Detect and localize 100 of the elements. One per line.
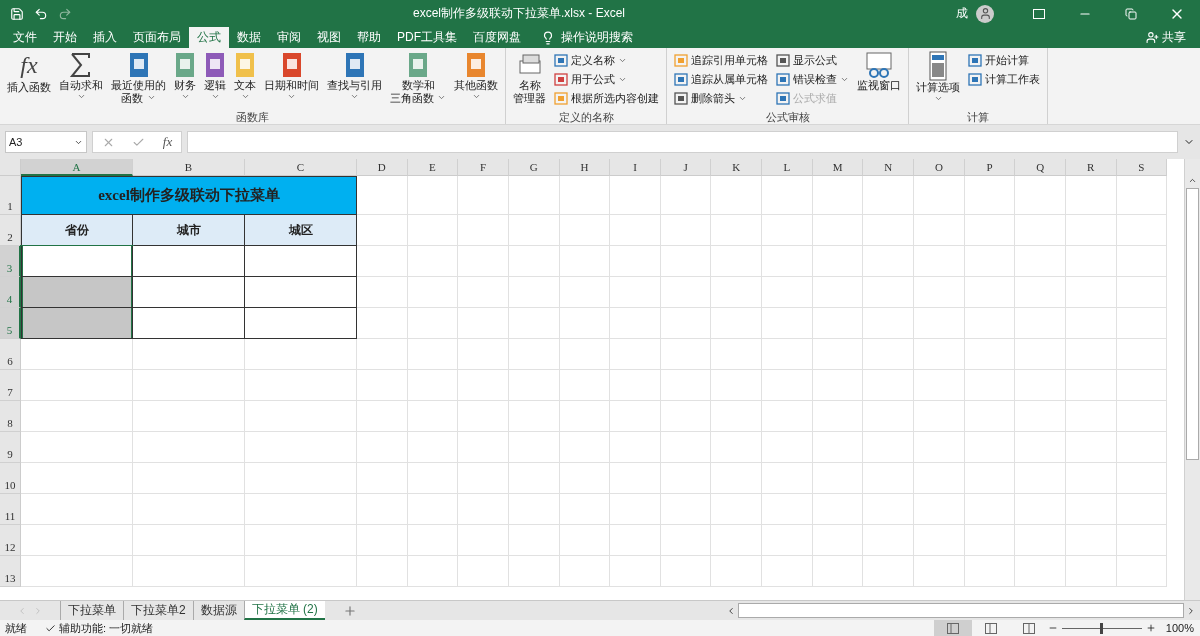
ribbon-tab[interactable]: 审阅 [269,27,309,48]
row-header[interactable]: 2 [0,215,21,246]
row-header[interactable]: 11 [0,494,21,525]
column-header[interactable]: H [559,159,611,176]
column-header[interactable]: R [1065,159,1117,176]
ribbon-button[interactable]: 定义名称 [551,52,663,69]
scroll-up-icon[interactable] [1188,176,1197,185]
ribbon-button[interactable]: 开始计算 [965,52,1044,69]
ribbon-button[interactable]: 逻辑 [201,48,229,110]
insert-function-button[interactable]: fx [162,134,173,150]
ribbon-button[interactable]: 计算选项 [913,48,964,110]
column-header[interactable]: P [964,159,1016,176]
column-header[interactable]: A [21,159,133,176]
column-header[interactable]: F [458,159,509,176]
ribbon-tab[interactable]: 视图 [309,27,349,48]
ribbon-tab[interactable]: 开始 [45,27,85,48]
column-header[interactable]: M [812,159,864,176]
table-cell[interactable] [245,277,357,308]
view-icon [946,622,959,634]
column-header[interactable]: Q [1015,159,1066,176]
column-header[interactable]: I [610,159,661,176]
caret-icon [738,94,748,103]
ribbon-button[interactable]: 其他函数 [451,48,502,110]
view-button[interactable] [933,620,972,636]
column-header[interactable]: J [660,159,712,176]
column-header[interactable]: N [863,159,915,176]
redo-icon[interactable] [58,6,72,21]
formula-input[interactable] [187,131,1178,153]
column-header[interactable]: K [711,159,763,176]
share-button[interactable]: 共享 [1146,27,1186,48]
book-icon [204,51,226,79]
column-header[interactable]: S [1116,159,1168,176]
ribbon-button[interactable]: 追踪引用单元格 [671,52,772,69]
ribbon-button[interactable]: 数学和 三角函数 [387,48,450,110]
row-header[interactable]: 6 [0,339,21,370]
caret-icon [840,75,850,84]
ribbon-button[interactable]: 删除箭头 [671,90,772,107]
zoom-level[interactable]: 100% [1165,622,1194,634]
selected-cell[interactable] [21,246,133,277]
column-header[interactable]: D [357,159,408,176]
column-header[interactable]: E [407,159,459,176]
ribbon-tab[interactable]: 帮助 [349,27,389,48]
ribbon-button[interactable]: 财务 [171,48,199,110]
column-header[interactable]: G [508,159,560,176]
ribbon-button[interactable]: 追踪从属单元格 [671,71,772,88]
row-header[interactable]: 3 [0,246,21,277]
column-header[interactable]: B [133,159,245,176]
row-header[interactable]: 5 [0,308,21,339]
row-header[interactable]: 1 [0,176,21,215]
table-cell[interactable] [245,246,357,277]
ribbon-button[interactable]: 显示公式 [773,52,853,69]
ribbon-button[interactable]: 自动求和 [56,48,106,110]
scroll-right-icon[interactable] [1186,605,1196,616]
ribbon-button[interactable]: 日期和时间 [261,48,322,110]
ribbon-tab[interactable]: 公式 [189,27,229,48]
row-header[interactable]: 4 [0,277,21,308]
ribbon-button[interactable]: fx 插入函数 [4,48,54,110]
sheet-tab[interactable]: 下拉菜单 (2) [243,601,325,620]
ribbon-button[interactable]: 错误检查 [773,71,853,88]
zoom-in-icon[interactable] [1145,623,1156,633]
header-cell: 省份 [21,215,133,246]
save-icon[interactable] [10,6,24,21]
column-header[interactable]: C [245,159,357,176]
table-cell[interactable] [245,308,357,339]
ribbon-button[interactable]: 监视窗口 [854,48,905,110]
select-all-button[interactable] [0,159,21,176]
table-cell[interactable] [133,277,245,308]
name-box[interactable]: A3 [5,131,87,153]
selected-cell[interactable] [21,308,133,339]
table-cell[interactable] [133,246,245,277]
column-header[interactable]: O [914,159,965,176]
row-header[interactable]: 7 [0,370,21,401]
ribbon-button[interactable]: 最近使用的 函数 [108,48,169,110]
ribbon-tab[interactable]: PDF工具集 [389,27,465,48]
ribbon-tab[interactable]: 页面布局 [125,27,189,48]
row-header[interactable]: 8 [0,401,21,432]
selected-cell[interactable] [21,277,133,308]
ribbon-button[interactable]: 查找与引用 [324,48,385,110]
accessibility-status[interactable]: 辅助功能: 一切就绪 [45,620,154,636]
ribbon-button[interactable]: 名称 管理器 [510,48,550,110]
ribbon-button[interactable]: 用于公式 [551,71,663,88]
ribbon-button[interactable]: 计算工作表 [965,71,1044,88]
row-header[interactable]: 13 [0,556,21,587]
ribbon-button[interactable]: 文本 [231,48,259,110]
vertical-scrollbar[interactable] [1184,159,1200,600]
scroll-left-icon[interactable] [726,605,736,616]
table-cell[interactable] [133,308,245,339]
row-header[interactable]: 9 [0,432,21,463]
row-header[interactable]: 12 [0,525,21,556]
ribbon-tab[interactable]: 文件 [5,27,45,48]
column-header[interactable]: L [762,159,813,176]
caret-icon [240,92,250,101]
ribbon-tab[interactable]: 百度网盘 [465,27,529,48]
undo-icon[interactable] [34,6,48,21]
ribbon-tab[interactable]: 插入 [85,27,125,48]
avatar-icon[interactable] [976,4,994,23]
ribbon-button[interactable]: 根据所选内容创建 [551,90,663,107]
row-header[interactable]: 10 [0,463,21,494]
tell-me-search[interactable]: 操作说明搜索 [541,27,633,48]
ribbon-tab[interactable]: 数据 [229,27,269,48]
